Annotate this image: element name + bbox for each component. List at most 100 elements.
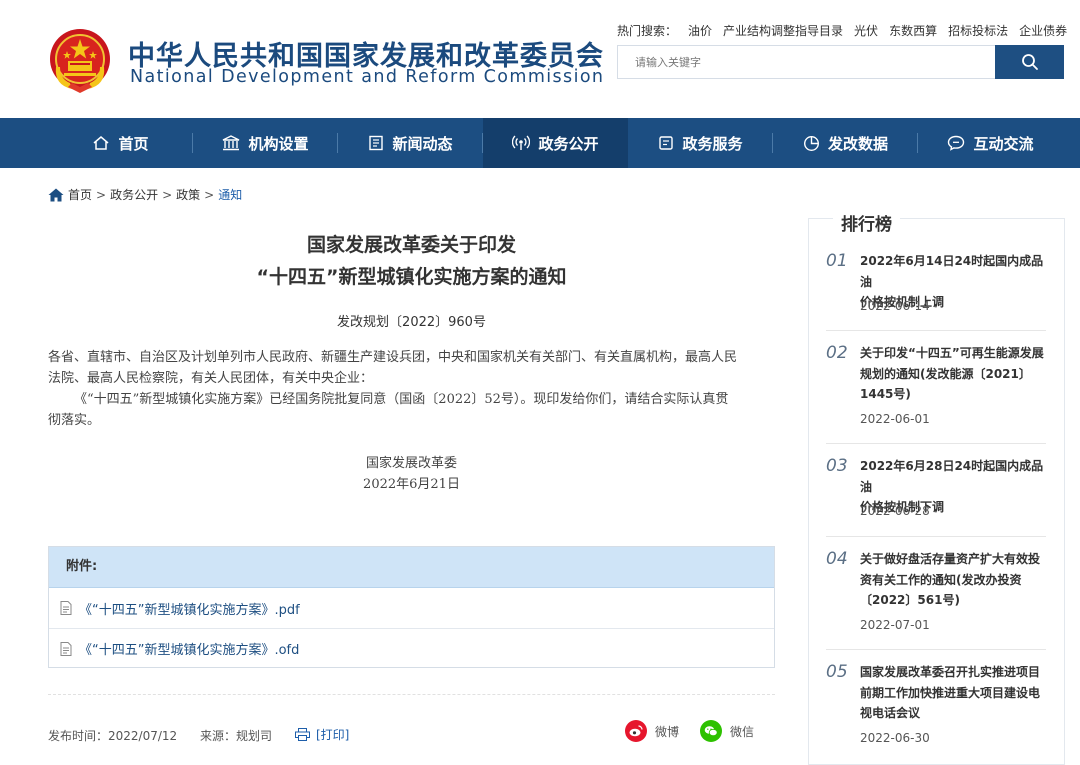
ranking-title-line: 2022年6月14日24时起国内成品油 xyxy=(860,254,1044,289)
ranking-divider xyxy=(826,330,1046,331)
breadcrumb: 首页 > 政务公开 > 政策 > 通知 xyxy=(48,186,242,203)
news-icon xyxy=(369,135,384,151)
wechat-icon xyxy=(700,720,722,742)
search-input[interactable] xyxy=(618,46,996,78)
share-weibo[interactable]: 微博 xyxy=(625,720,679,742)
breadcrumb-separator: > xyxy=(162,187,173,202)
pie-chart-icon xyxy=(803,135,819,151)
article-title-line2: “十四五”新型城镇化实施方案的通知 xyxy=(256,266,567,288)
nav-item-institution[interactable]: 机构设置 xyxy=(193,118,338,168)
search-icon xyxy=(1021,54,1038,70)
ranking-title: 排行榜 xyxy=(833,210,900,235)
print-label: [打印] xyxy=(316,728,350,742)
breadcrumb-separator: > xyxy=(96,187,107,202)
ranking-title-line: 关于印发“十四五”可再生能源发展 xyxy=(860,346,1044,360)
printer-icon xyxy=(295,728,310,741)
ranking-divider xyxy=(826,649,1046,650)
ranking-title-line: 1445号) xyxy=(860,387,911,401)
nav-item-gov-service[interactable]: 政务服务 xyxy=(628,118,773,168)
share-weibo-label: 微博 xyxy=(655,724,680,739)
ranking-date: 2022-06-01 xyxy=(860,412,930,426)
nav-item-label: 政务服务 xyxy=(682,134,743,153)
article-paragraph-line: 彻落实。 xyxy=(48,413,101,428)
attachment-filename: 《“十四五”新型城镇化实施方案》.pdf xyxy=(79,602,300,618)
attachment-link-pdf[interactable]: 《“十四五”新型城镇化实施方案》.pdf xyxy=(49,588,774,628)
ranking-title-line: 2022年6月28日24时起国内成品油 xyxy=(860,459,1044,494)
ranking-title-line: 前期工作加快推进重大项目建设电 xyxy=(860,685,1041,700)
nav-item-label: 发改数据 xyxy=(827,134,888,153)
nav-item-label: 首页 xyxy=(118,134,149,153)
hot-search-item[interactable]: 油价 xyxy=(688,22,712,39)
ranking-title-line: 资有关工作的通知(发改办投资 xyxy=(860,572,1022,587)
hot-search-item[interactable]: 招标投标法 xyxy=(948,22,1008,39)
ranking-title-line: 国家发展改革委召开扎实推进项目 xyxy=(860,665,1041,679)
hot-search-item[interactable]: 企业债券 xyxy=(1019,22,1067,39)
nav-item-label: 互动交流 xyxy=(973,134,1034,153)
article-footer-divider xyxy=(48,694,775,695)
hot-search: 热门搜索： 油价 产业结构调整指导目录 光伏 东数西算 招标投标法 企业债券 xyxy=(617,22,1067,39)
breadcrumb-link-home[interactable]: 首页 xyxy=(68,186,92,203)
nav-item-data[interactable]: 发改数据 xyxy=(773,118,918,168)
attachments-heading: 附件: xyxy=(49,547,774,588)
ranking-item-title[interactable]: 关于做好盘活存量资产扩大有效投 资有关工作的通知(发改办投资 〔2022〕561… xyxy=(860,549,1046,611)
ranking-number: 01 xyxy=(826,251,848,271)
breadcrumb-current: 通知 xyxy=(218,188,243,202)
hot-search-item[interactable]: 产业结构调整指导目录 xyxy=(723,22,843,39)
file-icon xyxy=(60,601,72,615)
hot-search-item[interactable]: 东数西算 xyxy=(889,22,937,39)
ranking-item-title[interactable]: 国家发展改革委召开扎实推进项目 前期工作加快推进重大项目建设电 视电话会议 xyxy=(860,662,1046,724)
ranking-number: 04 xyxy=(826,549,848,569)
search-button[interactable] xyxy=(995,45,1064,79)
ranking-date: 2022-06-28 xyxy=(860,504,930,518)
site-header: 中华人民共和国国家发展和改革委员会 National Development a… xyxy=(0,0,1080,118)
article-title-line1: 国家发展改革委关于印发 xyxy=(306,234,516,256)
ranking-number: 02 xyxy=(826,343,848,363)
attachment-link-ofd[interactable]: 《“十四五”新型城镇化实施方案》.ofd xyxy=(49,628,774,668)
share-wechat-label: 微信 xyxy=(730,724,755,739)
ranking-title-line: 视电话会议 xyxy=(860,706,921,720)
nav-item-gov-affairs[interactable]: 政务公开 xyxy=(483,118,628,168)
hot-search-label: 热门搜索： xyxy=(617,24,678,38)
article-paragraph-line: 《“十四五”新型城镇化实施方案》已经国务院批复同意（国函〔2022〕52号）。现… xyxy=(74,392,729,407)
breadcrumb-separator: > xyxy=(204,187,215,202)
breadcrumb-link-gov-affairs[interactable]: 政务公开 xyxy=(110,186,158,203)
ranking-title-line: 〔2022〕561号) xyxy=(860,593,960,607)
national-emblem-logo[interactable] xyxy=(48,27,112,95)
broadcast-icon xyxy=(512,135,531,150)
ranking-divider xyxy=(826,443,1046,444)
ranking-number: 05 xyxy=(826,662,848,682)
nav-item-label: 机构设置 xyxy=(248,134,309,153)
nav-item-label: 新闻动态 xyxy=(392,134,453,153)
service-icon xyxy=(659,136,674,150)
ranking-item-title[interactable]: 关于印发“十四五”可再生能源发展 规划的通知(发改能源〔2021〕 1445号) xyxy=(860,343,1046,405)
attachments-panel: 附件: 《“十四五”新型城镇化实施方案》.pdf 《“十四五”新型城镇化实施方案… xyxy=(48,546,775,668)
home-icon xyxy=(93,136,109,150)
breadcrumb-link-policy[interactable]: 政策 xyxy=(176,186,200,203)
article-paragraph-line: 法院、最高人民检察院，有关人民团体，有关中央企业： xyxy=(48,371,374,386)
chat-icon xyxy=(948,135,965,151)
ranking-title-line: 关于做好盘活存量资产扩大有效投 xyxy=(860,552,1041,566)
article-paragraph-line: 各省、直辖市、自治区及计划单列市人民政府、新疆生产建设兵团，中央和国家机关有关部… xyxy=(48,350,738,365)
ranking-date: 2022-06-14 xyxy=(860,299,930,313)
ranking-number: 03 xyxy=(826,456,848,476)
home-icon xyxy=(48,188,64,201)
ranking-title-line: 规划的通知(发改能源〔2021〕 xyxy=(860,366,1031,381)
institution-icon xyxy=(223,135,240,151)
nav-item-news[interactable]: 新闻动态 xyxy=(338,118,483,168)
article-sign-date: 2022年6月21日 xyxy=(363,477,460,492)
share-wechat[interactable]: 微信 xyxy=(700,720,754,742)
nav-item-interaction[interactable]: 互动交流 xyxy=(918,118,1063,168)
file-icon xyxy=(60,641,72,656)
hot-search-item[interactable]: 光伏 xyxy=(854,22,878,39)
search-box xyxy=(617,45,1064,79)
ranking-date: 2022-06-30 xyxy=(860,731,930,745)
ranking-date: 2022-07-01 xyxy=(860,618,930,632)
nav-item-label: 政务公开 xyxy=(538,134,599,153)
attachment-filename: 《“十四五”新型城镇化实施方案》.ofd xyxy=(79,643,300,658)
nav-item-home[interactable]: 首页 xyxy=(48,118,193,168)
document-number: 发改规划〔2022〕960号 xyxy=(337,315,486,330)
print-button[interactable]: [打印] xyxy=(295,726,349,743)
ranking-panel: 排行榜 01 2022年6月14日24时起国内成品油 价格按机制上调 2022-… xyxy=(808,210,1065,765)
main-nav: 首页 机构设置 新闻动态 政务公开 政务服务 发改数据 互动交流 xyxy=(0,118,1080,168)
weibo-icon xyxy=(625,720,647,742)
